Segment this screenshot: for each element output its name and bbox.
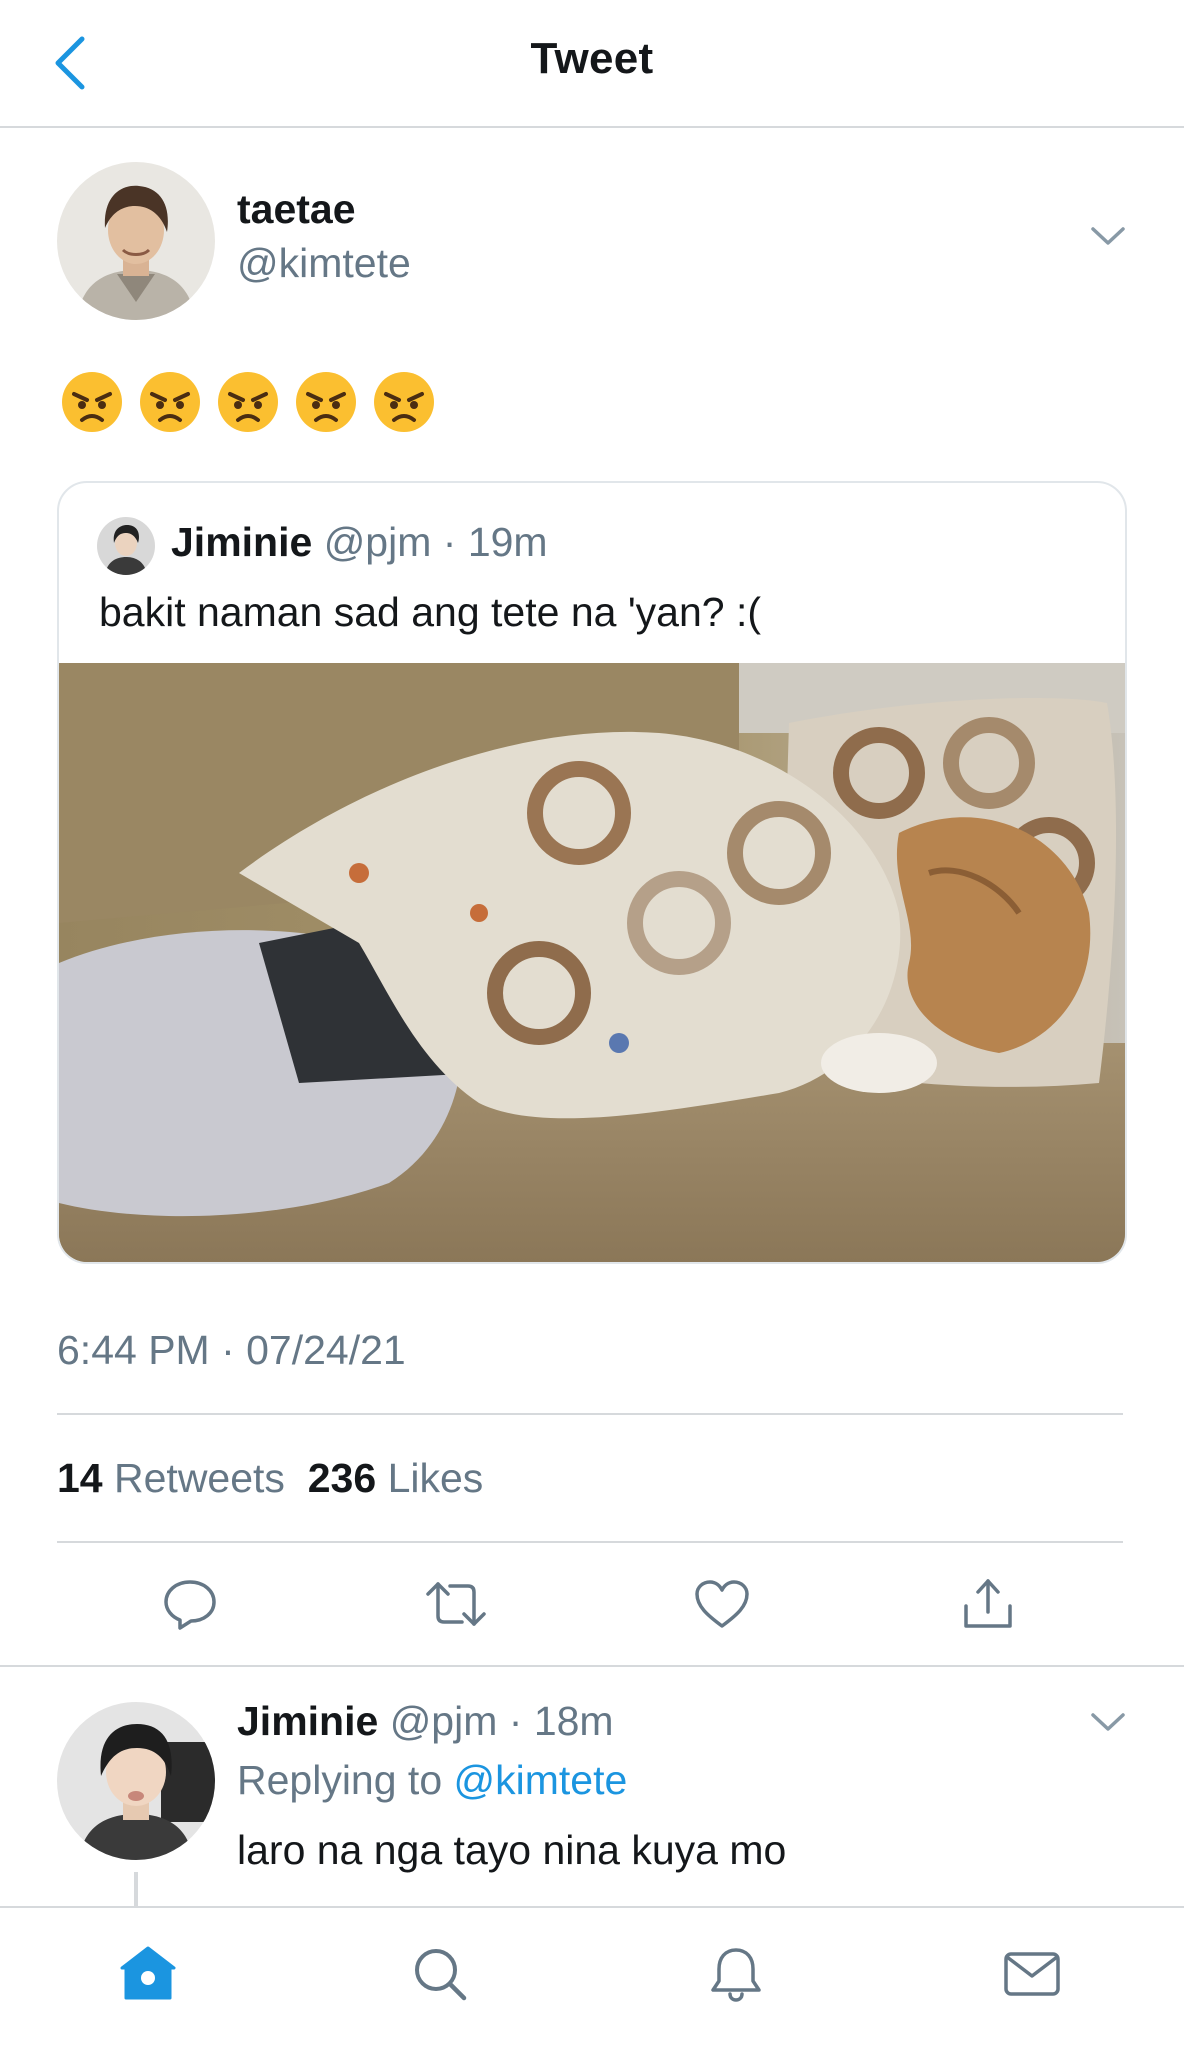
reply-icon — [164, 1580, 216, 1630]
quoted-author-name: Jiminie — [171, 519, 313, 565]
home-icon — [120, 1946, 176, 2000]
retweet-label[interactable]: Retweets — [114, 1455, 285, 1501]
reply-header: Jiminie @pjm · 18m — [237, 1698, 614, 1745]
tab-search[interactable] — [400, 1934, 480, 2014]
quoted-author-avatar — [97, 517, 155, 575]
page-title: Tweet — [530, 34, 654, 83]
retweet-count[interactable]: 14 — [57, 1455, 103, 1501]
reply-time: 18m — [533, 1698, 614, 1744]
replying-to-handle-link[interactable]: @kimtete — [454, 1757, 628, 1803]
thread-connector-line — [134, 1872, 138, 1906]
angry-face-emoji — [140, 372, 200, 432]
mail-icon — [1004, 1952, 1060, 1996]
chevron-down-icon — [1091, 1713, 1125, 1731]
replying-to: Replying to @kimtete — [237, 1757, 627, 1804]
quoted-tweet-text: bakit naman sad ang tete na 'yan? :( — [99, 589, 761, 635]
like-label[interactable]: Likes — [388, 1455, 484, 1501]
tweet-text-emoji — [60, 370, 436, 440]
replying-to-label: Replying to — [237, 1757, 454, 1803]
share-button[interactable] — [948, 1568, 1028, 1640]
reply-author-name[interactable]: Jiminie — [237, 1698, 378, 1744]
chevron-down-icon — [1091, 227, 1125, 245]
quoted-tweet-card[interactable]: Jiminie @pjm · 19m bakit naman sad ang t… — [57, 481, 1127, 1264]
like-count[interactable]: 236 — [308, 1455, 376, 1501]
reply-author-handle[interactable]: @pjm — [390, 1698, 498, 1744]
retweet-button[interactable] — [416, 1568, 496, 1640]
author-name[interactable]: taetae — [237, 186, 356, 233]
divider — [0, 1665, 1184, 1667]
bell-icon — [711, 1948, 761, 2002]
share-icon — [964, 1579, 1012, 1628]
search-icon — [415, 1949, 467, 2001]
angry-face-emoji — [62, 372, 122, 432]
dot-separator: · — [431, 519, 468, 565]
like-button[interactable] — [682, 1568, 762, 1640]
dot-separator: · — [497, 1698, 534, 1744]
tweet-timestamp: 6:44 PM · 07/24/21 — [57, 1327, 406, 1373]
heart-icon — [695, 1580, 749, 1628]
tweet-options-button[interactable] — [1080, 216, 1136, 256]
reply-options-button[interactable] — [1080, 1702, 1136, 1742]
author-handle[interactable]: @kimtete — [237, 240, 411, 287]
angry-face-emoji — [374, 372, 434, 432]
divider — [57, 1413, 1123, 1415]
tab-notifications[interactable] — [696, 1934, 776, 2014]
tab-home[interactable] — [108, 1934, 188, 2014]
angry-face-emoji — [296, 372, 356, 432]
divider — [57, 1541, 1123, 1543]
angry-face-emoji — [218, 372, 278, 432]
reply-author-avatar[interactable] — [57, 1702, 215, 1860]
author-avatar[interactable] — [57, 162, 215, 320]
quoted-tweet-photo[interactable] — [59, 663, 1125, 1262]
retweet-icon — [426, 1582, 486, 1626]
tab-messages[interactable] — [992, 1934, 1072, 2014]
quoted-tweet-time: 19m — [467, 519, 548, 565]
reply-text: laro na nga tayo nina kuya mo — [237, 1827, 787, 1873]
reply-button[interactable] — [150, 1568, 230, 1640]
quoted-tweet-header: Jiminie @pjm · 19m — [171, 519, 548, 566]
quoted-author-handle: @pjm — [323, 519, 432, 565]
engagement-stats: 14 Retweets 236 Likes — [57, 1455, 483, 1502]
